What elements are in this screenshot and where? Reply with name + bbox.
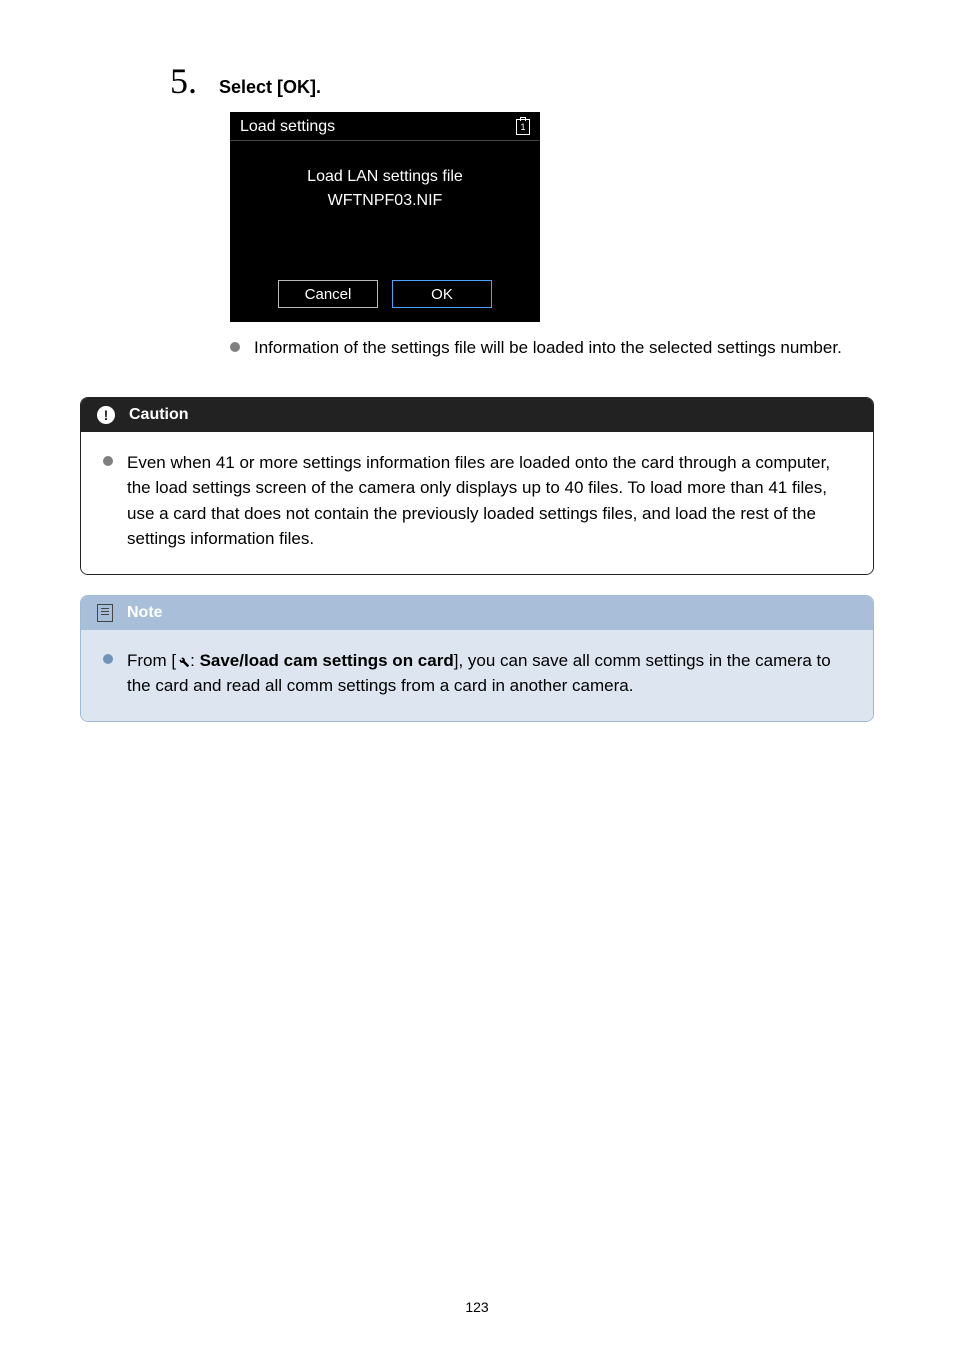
note-body: From [: Save/load cam settings on card],…: [81, 630, 873, 721]
camera-screenshot: Load settings 1 Load LAN settings file W…: [230, 112, 540, 322]
screenshot-line1: Load LAN settings file: [230, 165, 540, 189]
screenshot-header: Load settings 1: [230, 112, 540, 141]
note-icon: [97, 604, 113, 622]
page-number: 123: [0, 1299, 954, 1315]
caution-title: Caution: [129, 406, 189, 424]
note-text: From [: Save/load cam settings on card],…: [127, 648, 851, 699]
step-title: Select [OK].: [219, 77, 321, 98]
step-result-bullet: Information of the settings file will be…: [230, 336, 870, 361]
step-row: 5. Select [OK].: [170, 60, 874, 102]
bullet-dot-icon: [230, 342, 240, 352]
caution-icon: !: [97, 406, 115, 424]
screenshot-title: Load settings: [240, 118, 335, 136]
manual-page: 5. Select [OK]. Load settings 1 Load LAN…: [0, 0, 954, 1345]
caution-body: Even when 41 or more settings informatio…: [81, 432, 873, 574]
screenshot-body: Load LAN settings file WFTNPF03.NIF: [230, 141, 540, 213]
step-number: 5.: [170, 60, 197, 102]
ok-button[interactable]: OK: [392, 280, 492, 308]
note-title: Note: [127, 604, 163, 622]
cancel-button[interactable]: Cancel: [278, 280, 378, 308]
sd-card-icon: 1: [516, 119, 530, 135]
bullet-dot-icon: [103, 654, 113, 664]
wrench-icon: [176, 654, 190, 668]
note-header: Note: [81, 596, 873, 630]
caution-header: ! Caution: [81, 398, 873, 432]
note-box: Note From [: Save/load cam settings on c…: [80, 595, 874, 722]
caution-box: ! Caution Even when 41 or more settings …: [80, 397, 874, 575]
screenshot-buttons: Cancel OK: [230, 280, 540, 308]
caution-text: Even when 41 or more settings informatio…: [127, 450, 851, 552]
screenshot-line2: WFTNPF03.NIF: [230, 189, 540, 213]
bullet-dot-icon: [103, 456, 113, 466]
step-result-text: Information of the settings file will be…: [254, 336, 842, 361]
